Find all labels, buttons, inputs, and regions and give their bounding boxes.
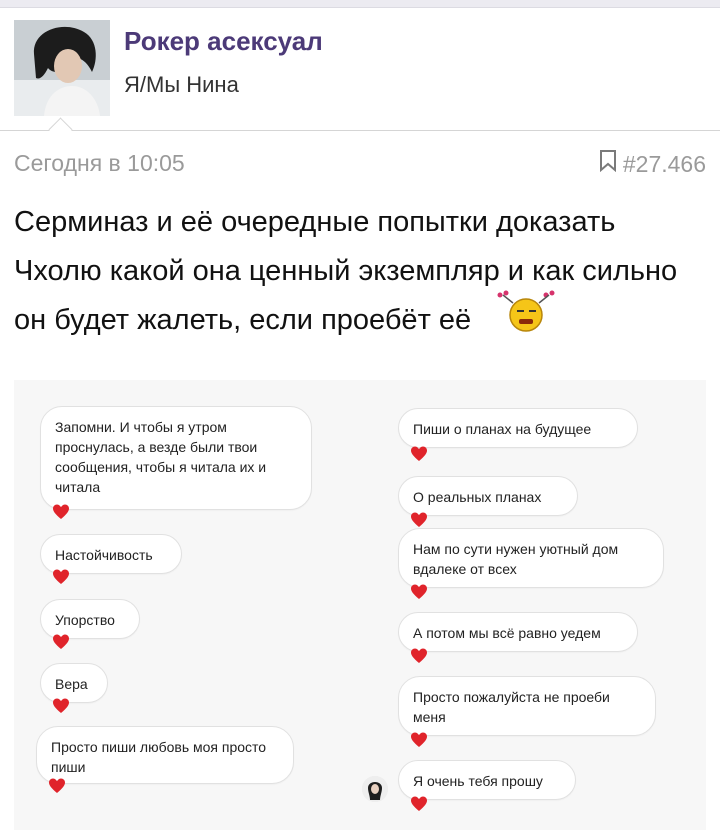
post-id-group[interactable]: #27.466 <box>599 150 706 178</box>
message-text: Пиши о планах на будущее <box>413 421 592 437</box>
heart-icon <box>53 504 69 519</box>
message-bubble: Нам по сути нужен уютный дом вдалеке от … <box>398 528 664 588</box>
heart-icon <box>53 698 69 713</box>
message-text: Вера <box>55 676 88 692</box>
message-text: Я очень тебя прошу <box>413 773 543 789</box>
message-text: Просто пиши любовь моя просто пиши <box>51 739 267 775</box>
sender-avatar <box>362 776 388 802</box>
group-avatar[interactable] <box>14 20 110 116</box>
post-date: Сегодня в 10:05 <box>14 150 185 176</box>
heart-icon <box>411 584 427 599</box>
message-bubble: О реальных планах <box>398 476 578 516</box>
message-bubble: Настойчивость <box>40 534 182 574</box>
group-name[interactable]: Рокер асексуал <box>124 26 323 57</box>
message-text: Настойчивость <box>55 547 153 563</box>
heart-icon <box>53 634 69 649</box>
post-id: #27.466 <box>622 150 706 177</box>
message-bubble: Просто пиши любовь моя просто пиши <box>36 726 294 784</box>
message-text: Запомни. И чтобы я утром проснулась, а в… <box>55 419 267 495</box>
message-text: Упорство <box>55 612 115 628</box>
message-bubble: Запомни. И чтобы я утром проснулась, а в… <box>40 406 312 510</box>
message-text: А потом мы всё равно уедем <box>413 625 601 641</box>
heart-icon <box>411 446 427 461</box>
top-strip <box>0 0 720 8</box>
group-subtitle: Я/Мы Нина <box>124 72 239 97</box>
sleepy-emoji-icon <box>491 289 561 333</box>
heart-icon <box>411 796 427 811</box>
post-body: Серминаз и её очередные попытки доказать… <box>14 198 704 345</box>
message-bubble: Просто пожалуйста не проеби меня <box>398 676 656 736</box>
post-text: Серминаз и её очередные попытки доказать… <box>14 206 678 336</box>
message-bubble: Я очень тебя прошу <box>398 760 576 800</box>
avatar-notch <box>48 117 73 142</box>
message-bubble: А потом мы всё равно уедем <box>398 612 638 652</box>
heart-icon <box>411 648 427 663</box>
message-text: О реальных планах <box>413 489 542 505</box>
message-bubble: Пиши о планах на будущее <box>398 408 638 448</box>
bookmark-icon[interactable] <box>599 150 617 178</box>
heart-icon <box>411 512 427 527</box>
message-bubble: Вера <box>40 663 108 703</box>
heart-icon <box>49 778 65 793</box>
heart-icon <box>411 732 427 747</box>
message-text: Просто пожалуйста не проеби меня <box>413 689 610 725</box>
header-divider <box>0 130 720 131</box>
message-bubble: Упорство <box>40 599 140 639</box>
message-text: Нам по сути нужен уютный дом вдалеке от … <box>413 541 619 577</box>
chat-screenshot: Запомни. И чтобы я утром проснулась, а в… <box>14 380 706 830</box>
heart-icon <box>53 569 69 584</box>
